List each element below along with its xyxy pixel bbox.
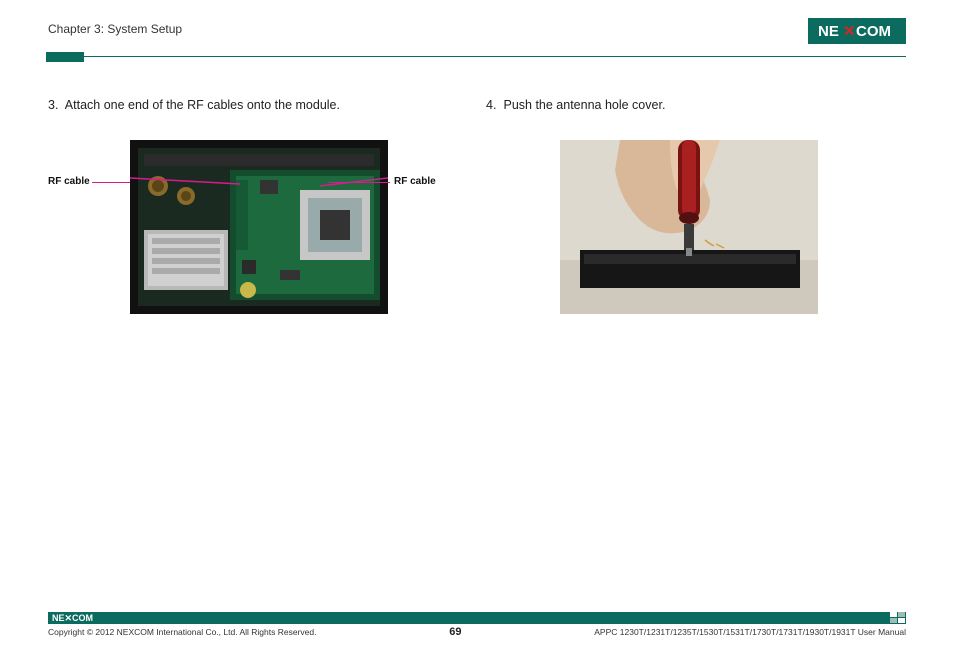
step-text: Attach one end of the RF cables onto the… — [65, 98, 340, 112]
svg-text:✕: ✕ — [843, 23, 856, 40]
svg-text:NE: NE — [818, 23, 839, 40]
step-number: 3. — [48, 98, 62, 112]
footer-ornament-icon — [890, 612, 906, 624]
antenna-cover-photo — [560, 140, 818, 314]
page-header: Chapter 3: System Setup NE ✕ COM — [48, 18, 906, 48]
page-footer: NE✕COM Copyright © 2012 NEXCOM Internati… — [48, 612, 906, 648]
footer-bar: NE✕COM — [48, 612, 906, 624]
figure-antenna-cover — [486, 140, 906, 330]
svg-text:COM: COM — [856, 23, 891, 40]
step-3: 3. Attach one end of the RF cables onto … — [48, 98, 468, 112]
chapter-title: Chapter 3: System Setup — [48, 18, 906, 36]
document-reference: APPC 1230T/1231T/1235T/1530T/1531T/1730T… — [594, 627, 906, 637]
step-number: 4. — [486, 98, 500, 112]
callout-line-right — [328, 182, 390, 183]
header-rule — [48, 52, 906, 64]
rf-label-left: RF cable — [48, 176, 90, 187]
right-column: 4. Push the antenna hole cover. — [486, 98, 906, 330]
step-4: 4. Push the antenna hole cover. — [486, 98, 906, 112]
step-text: Push the antenna hole cover. — [503, 98, 665, 112]
content-area: 3. Attach one end of the RF cables onto … — [48, 98, 906, 578]
nexcom-logo-small: NE✕COM — [52, 613, 112, 623]
rf-label-right: RF cable — [394, 176, 436, 187]
svg-text:NE✕COM: NE✕COM — [52, 613, 93, 623]
copyright-text: Copyright © 2012 NEXCOM International Co… — [48, 627, 316, 637]
left-column: 3. Attach one end of the RF cables onto … — [48, 98, 468, 330]
page-number: 69 — [449, 626, 461, 638]
nexcom-logo: NE ✕ COM — [808, 18, 906, 49]
motherboard-photo — [130, 140, 388, 314]
page: Chapter 3: System Setup NE ✕ COM 3. Atta… — [48, 18, 906, 648]
figure-rf-cables: RF cable — [48, 140, 468, 330]
